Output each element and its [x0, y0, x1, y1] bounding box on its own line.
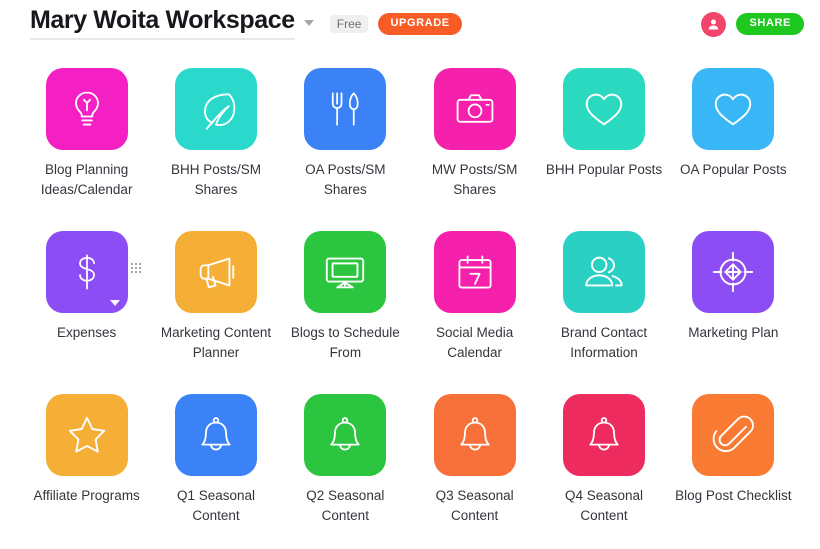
workspace-tile[interactable]: BHH Posts/SM Shares	[151, 60, 280, 223]
tile-label: Blog Post Checklist	[675, 488, 792, 503]
chevron-down-icon[interactable]	[303, 20, 314, 26]
workspace-header: Mary Woita Workspace Free UPGRADE SHARE	[0, 0, 820, 48]
workspace-tile[interactable]: Blog Post Checklist	[669, 386, 798, 549]
people-icon[interactable]	[562, 231, 645, 313]
plan-badge: Free	[329, 15, 369, 33]
workspace-tile[interactable]: Marketing Content Planner	[151, 223, 280, 386]
tile-label: MW Posts/SM Shares	[431, 162, 518, 197]
drag-handle-icon[interactable]	[130, 263, 141, 273]
tile-options-caret-icon[interactable]	[109, 300, 120, 306]
fork-knife-icon[interactable]	[304, 68, 387, 150]
leaf-icon[interactable]	[174, 68, 257, 150]
tile-label: Q1 Seasonal Content	[176, 488, 256, 523]
workspace-tile[interactable]: BHH Popular Posts	[539, 60, 668, 223]
dollar-sign-icon[interactable]	[45, 231, 128, 313]
target-icon[interactable]	[692, 231, 775, 313]
workspace-title[interactable]: Mary Woita Workspace	[30, 8, 295, 40]
tile-label: Q2 Seasonal Content	[306, 488, 385, 523]
workspace-tile[interactable]: Brand Contact Information	[539, 223, 668, 386]
star-icon[interactable]	[45, 394, 128, 476]
bell-icon[interactable]	[304, 394, 387, 476]
tile-label: Marketing Plan	[688, 325, 779, 340]
tile-label: BHH Posts/SM Shares	[170, 162, 261, 197]
workspace-tile[interactable]: Q3 Seasonal Content	[410, 386, 539, 549]
share-button[interactable]: SHARE	[736, 13, 804, 35]
lightbulb-icon[interactable]	[45, 68, 128, 150]
tile-label: Q4 Seasonal Content	[564, 488, 644, 523]
megaphone-icon[interactable]	[174, 231, 257, 313]
workspace-tile[interactable]: Expenses	[22, 223, 151, 386]
heart-icon[interactable]	[562, 68, 645, 150]
tile-label: Affiliate Programs	[33, 488, 140, 503]
workspace-tile-grid: Blog Planning Ideas/Calendar BHH Posts/S…	[0, 48, 820, 549]
workspace-tile[interactable]: Q2 Seasonal Content	[281, 386, 410, 549]
workspace-tile[interactable]: OA Popular Posts	[669, 60, 798, 223]
tile-label: Brand Contact Information	[560, 325, 648, 360]
tile-label: BHH Popular Posts	[545, 162, 663, 177]
tile-label: Social Media Calendar	[436, 325, 514, 360]
workspace-tile[interactable]: Blogs to Schedule From	[281, 223, 410, 386]
tile-label: OA Posts/SM Shares	[305, 162, 386, 197]
monitor-icon[interactable]	[304, 231, 387, 313]
tile-label: Blogs to Schedule From	[290, 325, 400, 360]
upgrade-button[interactable]: UPGRADE	[378, 13, 462, 35]
header-actions: SHARE	[701, 11, 804, 37]
workspace-tile[interactable]: Social Media Calendar	[410, 223, 539, 386]
tile-label: Blog Planning Ideas/Calendar	[40, 162, 133, 197]
bell-icon[interactable]	[433, 394, 516, 476]
tile-label: Q3 Seasonal Content	[435, 488, 514, 523]
workspace-title-group[interactable]: Mary Woita Workspace	[30, 8, 314, 40]
workspace-tile[interactable]: Affiliate Programs	[22, 386, 151, 549]
workspace-tile[interactable]: Blog Planning Ideas/Calendar	[22, 60, 151, 223]
workspace-tile[interactable]: Q1 Seasonal Content	[151, 386, 280, 549]
workspace-tile[interactable]: OA Posts/SM Shares	[281, 60, 410, 223]
workspace-tile[interactable]: Q4 Seasonal Content	[539, 386, 668, 549]
tile-label: OA Popular Posts	[680, 162, 787, 177]
bell-icon[interactable]	[174, 394, 257, 476]
heart-icon[interactable]	[692, 68, 775, 150]
paperclip-icon[interactable]	[692, 394, 775, 476]
workspace-tile[interactable]: MW Posts/SM Shares	[410, 60, 539, 223]
tile-label: Marketing Content Planner	[160, 325, 272, 360]
camera-icon[interactable]	[433, 68, 516, 150]
bell-icon[interactable]	[562, 394, 645, 476]
user-avatar-icon[interactable]	[701, 11, 727, 37]
calendar-7-icon[interactable]	[433, 231, 516, 313]
workspace-tile[interactable]: Marketing Plan	[669, 223, 798, 386]
tile-label: Expenses	[57, 325, 117, 340]
